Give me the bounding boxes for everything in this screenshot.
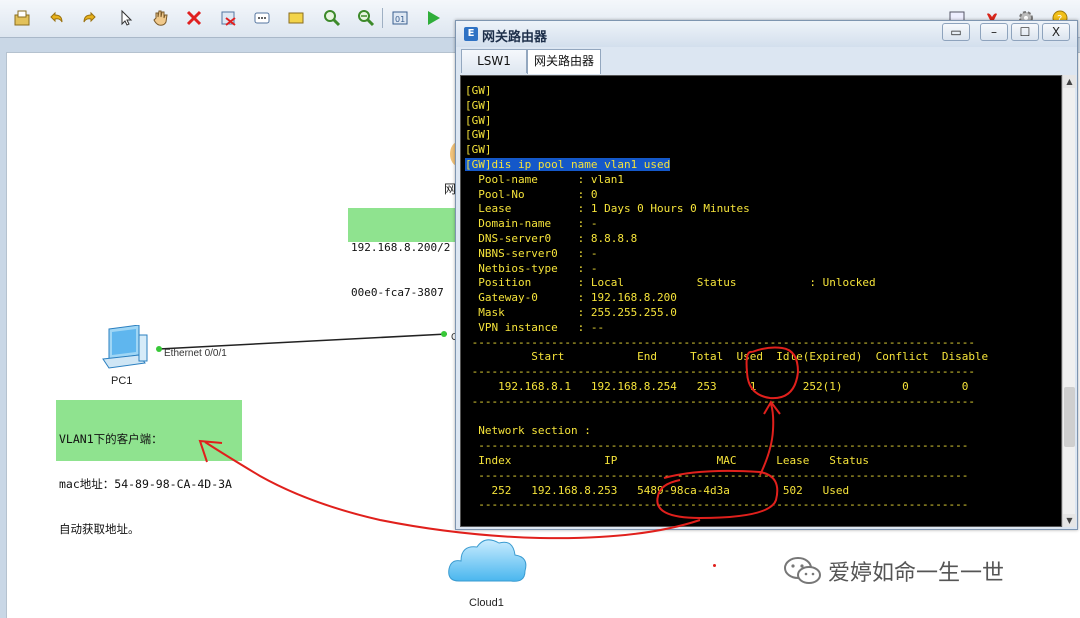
terminal-scrollbar[interactable]: ▲ ▼ [1062, 75, 1076, 527]
terminal-lines: [GW] [GW] [GW] [GW] [GW] [GW]dis ip pool name… [465, 84, 988, 513]
terminal-line: [GW] [465, 84, 492, 97]
watermark-text: 爱婷如命一生一世 [828, 561, 1005, 586]
terminal-line: [GW] [465, 128, 492, 142]
undo-icon[interactable] [44, 6, 68, 30]
terminal-output[interactable]: [GW] [GW] [GW] [GW] [GW] [GW]dis ip pool name… [460, 75, 1062, 527]
scroll-down-icon[interactable]: ▼ [1063, 514, 1076, 527]
delete-icon[interactable] [182, 6, 206, 30]
zoom-out-icon[interactable] [354, 6, 378, 30]
app-logo-icon: E [464, 27, 478, 41]
tab-lsw1[interactable]: LSW1 [461, 49, 527, 73]
svg-text:01: 01 [395, 15, 405, 24]
select-icon[interactable] [114, 6, 138, 30]
client-auto-text: 自动获取地址。 [59, 522, 140, 536]
port-up-indicator [156, 346, 162, 352]
terminal-line: ----------------------------------------… [465, 335, 975, 349]
wechat-icon [784, 557, 821, 584]
terminal-line: ----------------------------------------… [465, 394, 975, 408]
cli-titlebar[interactable]: E 网关路由器 ▭ – ☐ X [456, 21, 1077, 47]
fit-icon[interactable]: 01 [388, 6, 412, 30]
zoom-in-icon[interactable] [320, 6, 344, 30]
text-icon[interactable] [250, 6, 274, 30]
watermark: 爱婷如命一生一世 [782, 555, 1004, 587]
terminal-line: Network section : [465, 424, 591, 438]
terminal-line: ----------------------------------------… [465, 498, 969, 512]
window-title: 网关路由器 [482, 30, 548, 45]
scroll-thumb[interactable] [1064, 387, 1075, 447]
redo-icon[interactable] [78, 6, 102, 30]
cloud1-device[interactable] [447, 535, 529, 591]
hand-icon[interactable] [148, 6, 172, 30]
terminal-line: Lease : 1 Days 0 Hours 0 Minutes [465, 202, 750, 216]
terminal-line: Netbios-type : - [465, 261, 598, 275]
terminal-line: VPN instance : -- [465, 320, 605, 334]
terminal-line: ----------------------------------------… [465, 365, 975, 379]
start-icon[interactable] [421, 6, 445, 30]
port-up-indicator [441, 331, 447, 337]
close-button[interactable]: X [1042, 23, 1070, 41]
pc1-port-label: Ethernet 0/0/1 [164, 348, 227, 359]
client-mac-text: mac地址：54-89-98-CA-4D-3A [59, 477, 232, 491]
red-dot [713, 564, 716, 567]
cli-window: E 网关路由器 ▭ – ☐ X LSW1 网关路由器 [GW] [GW] [GW][… [455, 20, 1078, 530]
restore-icon[interactable]: ▭ [942, 23, 970, 41]
terminal-line: DNS-server0 : 8.8.8.8 [465, 231, 638, 245]
terminal-line: Gateway-0 : 192.168.8.200 [465, 291, 677, 305]
terminal-line: [GW] [465, 98, 492, 112]
terminal-line: NBNS-server0 : - [465, 246, 598, 260]
terminal-line: ----------------------------------------… [465, 468, 969, 482]
router-ip-text: 192.168.8.200/2 [351, 241, 451, 254]
terminal-line: Pool-name : vlan1 [465, 172, 624, 186]
router-mac-text: 00e0-fca7-3807 [351, 286, 444, 299]
terminal-line: 192.168.8.1 192.168.8.254 253 1 252(1) 0… [465, 379, 969, 393]
terminal-line: 252 192.168.8.253 5489-98ca-4d3a 502 Use… [465, 483, 850, 497]
minimize-button[interactable]: – [980, 23, 1008, 41]
terminal-line: Mask : 255.255.255.0 [465, 305, 677, 319]
pc-icon [102, 324, 148, 369]
client-vlan-text: VLAN1下的客户端： [59, 432, 163, 446]
cloud-icon [448, 539, 527, 582]
command-line: [GW]dis ip pool name vlan1 used [465, 157, 671, 171]
pc1-device[interactable] [99, 324, 151, 375]
router-address-note: 192.168.8.200/2 00e0-fca7-3807 [348, 208, 456, 299]
save-icon[interactable] [10, 6, 34, 30]
client-info-note: VLAN1下的客户端： mac地址：54-89-98-CA-4D-3A 自动获取… [56, 400, 242, 536]
terminal-line: Position : Local Status : Unlocked [465, 276, 876, 290]
terminal-line: [GW] [465, 143, 492, 157]
tab-gateway-router[interactable]: 网关路由器 [527, 49, 601, 74]
terminal-line: Index IP MAC Lease Status [465, 453, 869, 467]
pc1-label: PC1 [111, 375, 133, 387]
terminal-line: Domain-name : - [465, 217, 598, 231]
scroll-up-icon[interactable]: ▲ [1063, 75, 1076, 88]
terminal-line: ----------------------------------------… [465, 439, 969, 453]
cloud1-label: Cloud1 [469, 597, 504, 609]
toolbar-separator [382, 8, 383, 28]
terminal-line: Pool-No : 0 [465, 187, 598, 201]
delete-link-icon[interactable] [216, 6, 240, 30]
maximize-button[interactable]: ☐ [1011, 23, 1039, 41]
terminal-line: Start End Total Used Idle(Expired) Confl… [465, 350, 989, 364]
rectangle-icon[interactable] [284, 6, 308, 30]
terminal-line: [GW] [465, 113, 492, 127]
link-pc1-router [158, 333, 448, 350]
